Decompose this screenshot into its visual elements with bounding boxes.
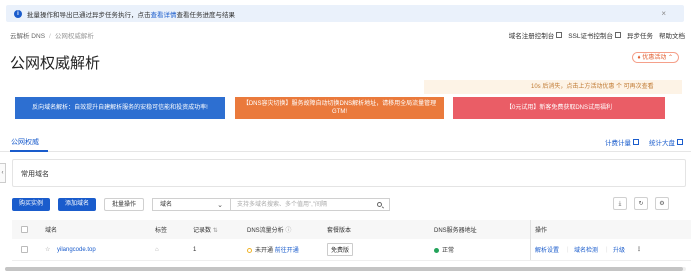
- page-title: 公网权威解析: [10, 55, 101, 72]
- chevron-left-icon: ‹: [1, 170, 4, 176]
- domain-console-link[interactable]: 域名注册控制台: [509, 30, 563, 40]
- horizontal-scrollbar[interactable]: [5, 267, 686, 271]
- header-traffic-label: DNS流量分析: [247, 228, 284, 234]
- header-plan: 套餐版本: [327, 228, 352, 234]
- domain-check-link[interactable]: 域名检测: [574, 245, 598, 254]
- status-dot-icon: [247, 247, 252, 253]
- help-icon: ⓘ: [285, 228, 292, 234]
- header-ops: 操作: [535, 228, 548, 234]
- tab-public-authority[interactable]: 公网权威: [11, 137, 39, 147]
- refresh-icon[interactable]: ↻: [634, 197, 648, 210]
- traffic-enable-link[interactable]: 前往开通: [275, 248, 299, 254]
- stats-dashboard-link[interactable]: 统计大盘: [649, 137, 683, 147]
- help-docs-link[interactable]: 帮助文档: [659, 30, 685, 40]
- sort-icon: ⇅: [212, 228, 218, 234]
- domain-table: 域名 标签 记录数 ⇅ DNS流量分析 ⓘ 套餐版本 DNS服务器地址 操作 ☆…: [12, 220, 691, 261]
- header-records-label: 记录数: [193, 228, 212, 234]
- promo-banner-free-trial[interactable]: 【0元试用】新客免费获取DNS试用福利: [453, 97, 665, 119]
- ops-divider: [530, 220, 531, 239]
- star-icon[interactable]: ☆: [45, 246, 50, 253]
- promo-banner-reverse-dns[interactable]: 反向域名解析：自效提升自建解析服务的安稳可信能和投资成功率!: [15, 97, 225, 119]
- promo-badge[interactable]: ♦ 优惠活动 ⌃: [631, 52, 679, 63]
- scrollbar-thumb[interactable]: [5, 267, 683, 271]
- breadcrumb-root[interactable]: 云解析 DNS: [10, 33, 45, 40]
- notice-banner: i 批量操作和导出已通过异步任务执行，点击 查看详情 查看任务进度与结果 ×: [6, 5, 684, 22]
- traffic-status-text: 未开通: [255, 248, 274, 254]
- table-header: 域名 标签 记录数 ⇅ DNS流量分析 ⓘ 套餐版本 DNS服务器地址 操作: [12, 220, 691, 239]
- search-field-value: 域名: [160, 201, 173, 208]
- countdown-hint: 10s 后消失，点击上方活动优惠 个 可再次查看: [424, 80, 682, 94]
- dns-status-text: 正常: [442, 248, 455, 254]
- select-all-checkbox[interactable]: [21, 226, 28, 233]
- tag-icon[interactable]: ⌂: [155, 247, 159, 253]
- header-dns-server: DNS服务器地址: [434, 228, 477, 234]
- promo-badge-label: 优惠活动: [642, 55, 667, 61]
- breadcrumb-separator: /: [49, 33, 51, 40]
- async-task-link[interactable]: 异步任务: [627, 30, 653, 40]
- close-icon[interactable]: ×: [661, 9, 666, 18]
- row-checkbox[interactable]: [21, 246, 28, 253]
- upgrade-link[interactable]: 升级: [613, 245, 625, 254]
- header-domain: 域名: [45, 228, 58, 234]
- breadcrumb: 云解析 DNS / 公网权威解析: [10, 30, 94, 40]
- ops-divider: [530, 239, 531, 260]
- billing-link[interactable]: 计费计量: [605, 137, 639, 147]
- dns-status: 正常: [434, 245, 454, 254]
- search-input[interactable]: 支持多域名搜索、多个值用","间隔: [230, 197, 391, 211]
- add-domain-button[interactable]: 添加域名: [58, 197, 97, 211]
- tab-right-links: 计费计量 统计大盘: [605, 137, 683, 147]
- buy-instance-button[interactable]: 购买实例: [12, 197, 51, 211]
- notice-detail-link[interactable]: 查看详情: [151, 9, 177, 19]
- info-icon: i: [14, 9, 22, 18]
- divider: |: [567, 246, 569, 253]
- domain-link[interactable]: yilangcode.top: [57, 247, 96, 253]
- table-row: ☆ yilangcode.top ⌂ 1 未开通 前往开通 免费版 正常 解析设…: [12, 239, 691, 261]
- header-records[interactable]: 记录数 ⇅: [193, 225, 218, 234]
- fire-icon: ♦: [637, 55, 641, 61]
- breadcrumb-current: 公网权威解析: [54, 33, 94, 40]
- header-tag: 标签: [155, 228, 168, 234]
- record-count: 1: [193, 246, 197, 253]
- more-icon[interactable]: ⋮: [636, 246, 642, 253]
- notice-text: 批量操作和导出已通过异步任务执行，点击: [27, 11, 151, 19]
- plan-badge: 免费版: [327, 243, 354, 256]
- batch-operation-button[interactable]: 批量操作: [104, 197, 145, 211]
- notice-suffix: 查看任务进度与结果: [176, 11, 236, 19]
- promo-banner-dns-failover[interactable]: 【DNS容灾切换】服务故障自动切换DNS解析地址，请移用全局流量管理GTM!: [235, 97, 444, 119]
- header-traffic: DNS流量分析 ⓘ: [247, 225, 291, 234]
- download-icon[interactable]: ⤓: [613, 197, 627, 210]
- toolbar: 购买实例 添加域名 批量操作 域名 ⌄ 支持多域名搜索、多个值用","间隔: [12, 197, 391, 211]
- common-domain-label: 常用域名: [21, 171, 49, 178]
- tab-active-indicator: [10, 150, 48, 152]
- search-placeholder: 支持多域名搜索、多个值用","间隔: [237, 201, 327, 208]
- search-icon[interactable]: [377, 201, 383, 207]
- common-domain-panel: 常用域名: [12, 159, 686, 187]
- traffic-status: 未开通 前往开通: [247, 245, 299, 254]
- tab-bar: 公网权威 计费计量 统计大盘: [0, 128, 691, 152]
- chevron-down-icon: ⌄: [217, 201, 224, 209]
- chevron-up-icon: ⌃: [667, 55, 673, 61]
- top-links: 域名注册控制台 SSL证书控制台 异步任务 帮助文档: [509, 30, 685, 40]
- dns-settings-link[interactable]: 解析设置: [535, 245, 559, 254]
- sidebar-toggle[interactable]: ‹: [0, 163, 6, 183]
- divider: |: [606, 246, 608, 253]
- status-dot-icon: [434, 247, 439, 253]
- ssl-console-link[interactable]: SSL证书控制台: [568, 30, 621, 40]
- gear-icon[interactable]: ⚙: [655, 197, 669, 210]
- search-field-select[interactable]: 域名 ⌄: [152, 197, 231, 211]
